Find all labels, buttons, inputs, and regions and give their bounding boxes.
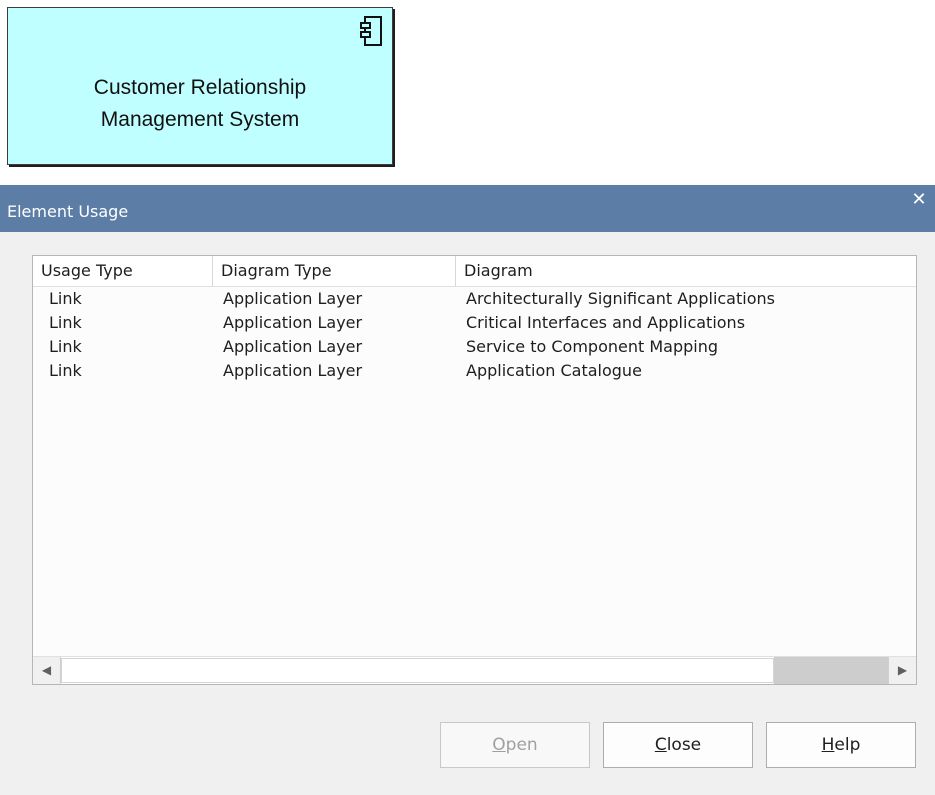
horizontal-scrollbar[interactable]: ◀ ▶	[33, 656, 916, 684]
component-title-line2: Management System	[100, 108, 300, 131]
help-button-accel: H	[821, 735, 835, 755]
scroll-right-icon[interactable]: ▶	[888, 657, 916, 684]
scroll-left-icon[interactable]: ◀	[33, 657, 61, 684]
diagram-cell: Application Catalogue	[466, 361, 642, 380]
close-button-label: lose	[666, 735, 702, 755]
dialog-title: Element Usage	[7, 202, 129, 221]
usage-type-cell: Link	[49, 313, 82, 332]
open-button-accel: O	[492, 735, 506, 755]
component-element[interactable]: Customer Relationship Management System	[7, 7, 393, 165]
column-header-diagram-type[interactable]: Diagram Type	[213, 256, 456, 286]
help-button-label: elp	[834, 735, 861, 755]
close-button-accel: C	[654, 735, 667, 755]
diagram-cell: Critical Interfaces and Applications	[466, 313, 746, 332]
component-icon	[360, 16, 382, 46]
scrollbar-track[interactable]	[61, 657, 888, 684]
diagram-type-cell: Application Layer	[223, 361, 363, 380]
component-title: Customer Relationship Management System	[8, 72, 392, 136]
component-title-line1: Customer Relationship	[93, 76, 307, 99]
diagram-cell: Architecturally Significant Applications	[466, 289, 775, 308]
list-item[interactable]: Link Application Layer Service to Compon…	[33, 335, 916, 359]
usage-type-cell: Link	[49, 361, 82, 380]
dialog-titlebar[interactable]: Element Usage ✕	[0, 185, 935, 232]
diagram-type-cell: Application Layer	[223, 289, 363, 308]
usage-type-cell: Link	[49, 337, 82, 356]
column-header-diagram[interactable]: Diagram	[456, 256, 916, 286]
help-button[interactable]: Help	[766, 722, 916, 768]
list-item[interactable]: Link Application Layer Architecturally S…	[33, 287, 916, 311]
element-usage-dialog: Element Usage ✕ Usage Type Diagram Type …	[0, 185, 935, 795]
list-rows: Link Application Layer Architecturally S…	[33, 287, 916, 383]
scrollbar-thumb[interactable]	[61, 658, 774, 683]
diagram-type-cell: Application Layer	[223, 337, 363, 356]
scrollbar-remaining-track[interactable]	[774, 657, 888, 684]
close-icon[interactable]: ✕	[909, 189, 929, 211]
column-header-usage-type[interactable]: Usage Type	[33, 256, 213, 286]
list-header: Usage Type Diagram Type Diagram	[33, 256, 916, 287]
diagram-cell: Service to Component Mapping	[466, 337, 719, 356]
diagram-type-cell: Application Layer	[223, 313, 363, 332]
list-item[interactable]: Link Application Layer Application Catal…	[33, 359, 916, 383]
list-item[interactable]: Link Application Layer Critical Interfac…	[33, 311, 916, 335]
close-button[interactable]: Close	[603, 722, 753, 768]
usage-type-cell: Link	[49, 289, 82, 308]
usage-list[interactable]: Usage Type Diagram Type Diagram Link App…	[32, 255, 917, 685]
open-button-label: pen	[505, 735, 538, 755]
open-button[interactable]: Open	[440, 722, 590, 768]
